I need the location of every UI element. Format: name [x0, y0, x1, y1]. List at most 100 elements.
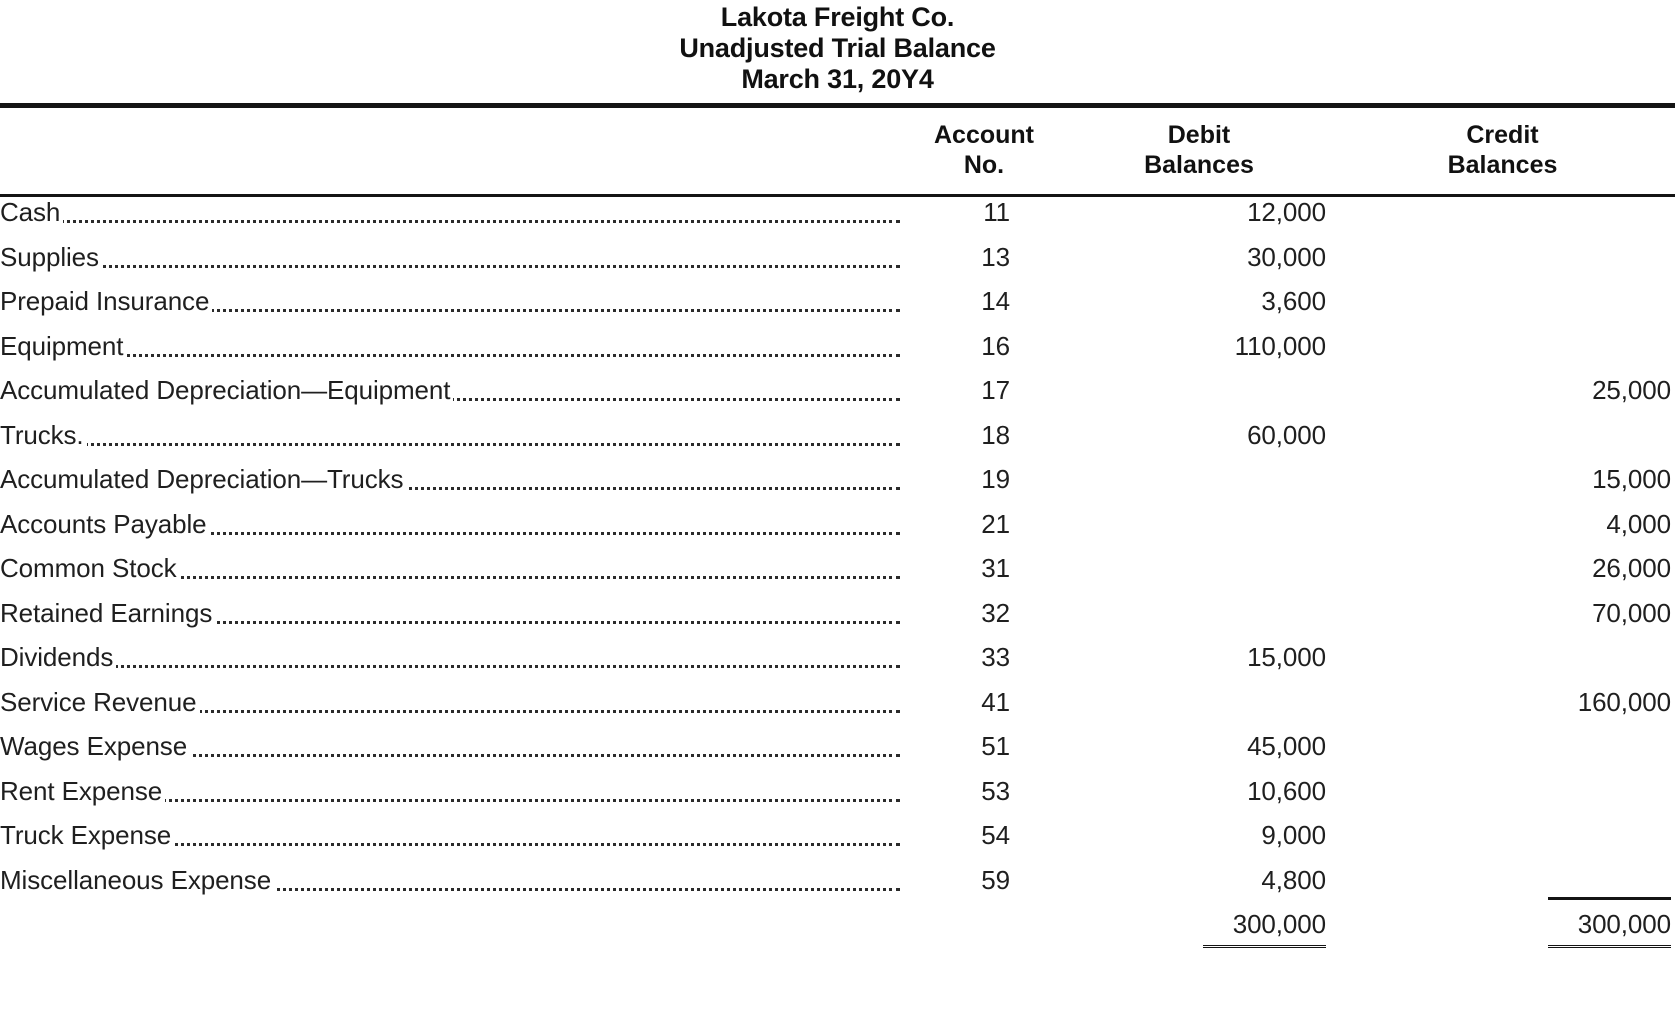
trial-balance-body: Cash 11 12,000 Supplies 13 30,000 Prepaid Ins… — [0, 197, 1675, 954]
debit-balance-cell: 45,000 — [1068, 731, 1330, 776]
trial-balance-document: Lakota Freight Co. Unadjusted Trial Bala… — [0, 0, 1675, 1034]
header-credit-line1: Credit — [1466, 121, 1539, 149]
debit-balance-cell: 4,800 — [1068, 865, 1330, 910]
credit-balance-cell: 4,000 — [1330, 509, 1675, 554]
header-cell-debit-balances: Debit Balances — [1068, 108, 1330, 194]
account-name-cell: Miscellaneous Expense — [0, 864, 900, 910]
account-name-label: Prepaid Insurance — [0, 286, 213, 316]
debit-amount: 12,000 — [1247, 197, 1326, 227]
table-row: Rent Expense 53 10,600 — [0, 775, 1675, 821]
credit-balance-cell — [1330, 642, 1675, 687]
debit-balance-cell — [1068, 553, 1330, 598]
debit-amount: 110,000 — [1234, 330, 1326, 361]
table-row: Service Revenue 41 160,000 — [0, 686, 1675, 732]
credit-balance-cell: 25,000 — [1330, 375, 1675, 420]
account-number-cell: 54 — [981, 820, 1010, 850]
header-account-no-line1: Account — [934, 121, 1034, 149]
account-name-cell: Truck Expense — [0, 820, 900, 865]
account-name-label: Supplies — [0, 241, 102, 272]
credit-balance-cell — [1330, 331, 1675, 376]
credit-amount: 4,000 — [1606, 508, 1671, 539]
table-row: Wages Expense 51 45,000 — [0, 731, 1675, 776]
debit-balance-cell: 110,000 — [1068, 331, 1330, 376]
account-name-label: Accumulated Depreciation—Equipment — [0, 375, 454, 405]
account-name-cell: Retained Earnings — [0, 597, 900, 643]
document-title-block: Lakota Freight Co. Unadjusted Trial Bala… — [0, 0, 1675, 95]
account-number-cell: 17 — [981, 375, 1010, 405]
account-name-label: Cash — [0, 197, 64, 227]
account-number-cell: 21 — [981, 508, 1010, 539]
account-name-cell: Supplies — [0, 241, 900, 287]
debit-amount: 45,000 — [1247, 731, 1326, 761]
account-name-label: Accumulated Depreciation—Trucks — [0, 464, 407, 494]
credit-balance-cell — [1330, 242, 1675, 287]
debit-amount: 15,000 — [1247, 642, 1326, 672]
account-number-cell: 51 — [981, 731, 1010, 761]
account-number-cell: 16 — [981, 330, 1010, 361]
debit-balance-cell: 3,600 — [1068, 286, 1330, 331]
account-name-cell: Dividends — [0, 642, 900, 687]
credit-balance-cell: 160,000 — [1330, 687, 1675, 732]
account-name-label: Truck Expense — [0, 820, 175, 850]
table-row: Prepaid Insurance 14 3,600 — [0, 286, 1675, 331]
account-number-cell: 31 — [981, 553, 1010, 583]
debit-amount: 60,000 — [1247, 419, 1326, 450]
account-number-cell: 11 — [983, 197, 1010, 227]
header-cell-credit-balances: Credit Balances — [1330, 108, 1675, 194]
credit-amount: 26,000 — [1592, 553, 1671, 583]
credit-balance-cell: 15,000 — [1330, 464, 1675, 509]
account-name-cell: Trucks. — [0, 419, 900, 465]
account-name-label: Dividends — [0, 642, 117, 672]
debit-amount: 10,600 — [1247, 775, 1326, 806]
account-number-cell: 59 — [981, 864, 1010, 895]
trial-balance-table: Account No. Debit Balances Credit Balanc… — [0, 108, 1675, 194]
debit-balance-cell: 10,600 — [1068, 776, 1330, 821]
totals-row: 300,000 300,000 — [0, 897, 1675, 954]
debit-balance-cell — [1068, 598, 1330, 643]
credit-balance-cell — [1330, 820, 1675, 865]
totals-label-cell — [0, 909, 900, 954]
account-name-label: Wages Expense — [0, 731, 191, 761]
header-cell-account-name — [0, 108, 900, 194]
dot-leader — [0, 442, 900, 446]
debit-balance-cell — [1068, 375, 1330, 420]
debit-balance-cell: 12,000 — [1068, 197, 1330, 242]
debit-balance-cell — [1068, 687, 1330, 732]
credit-amount: 15,000 — [1592, 464, 1671, 494]
account-name-cell: Accumulated Depreciation—Trucks — [0, 464, 900, 509]
table-row: Accumulated Depreciation—Trucks 19 15,000 — [0, 464, 1675, 509]
account-name-label: Service Revenue — [0, 686, 200, 717]
debit-balance-cell: 9,000 — [1068, 820, 1330, 865]
debit-balance-cell: 15,000 — [1068, 642, 1330, 687]
dot-leader — [0, 220, 900, 223]
account-name-cell: Service Revenue — [0, 686, 900, 732]
account-name-cell: Equipment — [0, 330, 900, 376]
table-row: Equipment 16 110,000 — [0, 330, 1675, 376]
table-row: Common Stock 31 26,000 — [0, 553, 1675, 598]
statement-date: March 31, 20Y4 — [741, 64, 934, 94]
table-header-row: Account No. Debit Balances Credit Balanc… — [0, 108, 1675, 194]
total-credit-cell: 300,000 — [1330, 897, 1675, 954]
account-name-label: Equipment — [0, 330, 127, 361]
credit-balance-cell — [1330, 865, 1675, 910]
debit-balance-cell — [1068, 509, 1330, 554]
account-number-cell: 13 — [981, 241, 1010, 272]
account-number-cell: 32 — [981, 597, 1010, 628]
credit-balance-cell — [1330, 420, 1675, 465]
table-row: Accounts Payable 21 4,000 — [0, 508, 1675, 554]
header-debit-line1: Debit — [1167, 121, 1231, 149]
total-debit-cell: 300,000 — [1068, 909, 1330, 954]
total-debit-amount: 300,000 — [1202, 909, 1326, 948]
header-credit-line2: Balances — [1447, 151, 1558, 179]
table-row: Retained Earnings 32 70,000 — [0, 597, 1675, 643]
debit-amount: 9,000 — [1261, 820, 1326, 850]
debit-balance-cell — [1068, 464, 1330, 509]
account-name-cell: Cash — [0, 197, 900, 242]
credit-amount: 70,000 — [1592, 597, 1671, 628]
account-name-cell: Accounts Payable — [0, 508, 900, 554]
statement-name: Unadjusted Trial Balance — [679, 33, 996, 63]
debit-amount: 4,800 — [1261, 864, 1326, 895]
debit-amount: 30,000 — [1247, 241, 1326, 272]
table-row: Miscellaneous Expense 59 4,800 — [0, 864, 1675, 910]
account-number-cell: 18 — [981, 419, 1010, 450]
